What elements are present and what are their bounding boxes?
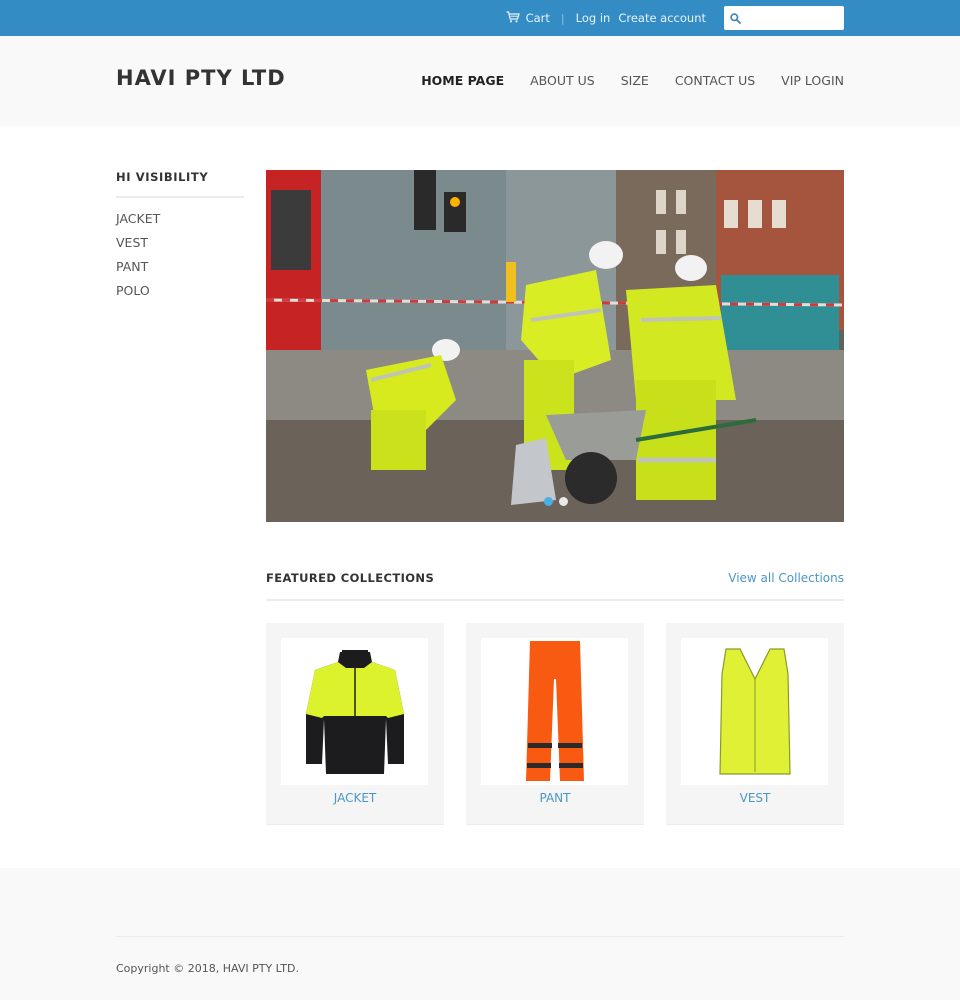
main-nav: HOME PAGE ABOUT US SIZE CONTACT US VIP L…	[421, 73, 844, 88]
sidebar-item-polo[interactable]: POLO	[116, 283, 150, 298]
login-link[interactable]: Log in	[576, 11, 611, 25]
collection-label-pant: PANT	[539, 791, 571, 805]
footer-divider	[116, 936, 844, 937]
sidebar-item-vest[interactable]: VEST	[116, 235, 148, 250]
nav-size[interactable]: SIZE	[621, 73, 649, 88]
nav-vip-login[interactable]: VIP LOGIN	[781, 73, 844, 88]
featured-collections-header: FEATURED COLLECTIONS View all Collection…	[266, 571, 844, 601]
nav-home-page[interactable]: HOME PAGE	[421, 73, 504, 88]
cart-link[interactable]: Cart	[506, 10, 550, 26]
search-icon[interactable]	[730, 9, 741, 28]
search-input[interactable]	[745, 8, 835, 28]
site-footer: Copyright © 2018, HAVI PTY LTD.	[0, 868, 960, 1000]
cart-icon	[506, 10, 520, 26]
vest-image	[681, 638, 828, 785]
sidebar-menu: JACKET VEST PANT POLO	[116, 212, 244, 308]
create-account-link[interactable]: Create account	[618, 11, 706, 25]
collection-label-vest: VEST	[739, 791, 771, 805]
top-bar: Cart | Log in Create account	[0, 0, 960, 36]
slide-dot-2[interactable]	[559, 497, 568, 506]
search-box[interactable]	[724, 6, 844, 30]
hero-slideshow[interactable]	[266, 170, 844, 522]
account-links: Cart | Log in Create account	[506, 0, 706, 36]
sidebar: HI VISIBILITY JACKET VEST PANT POLO	[116, 170, 244, 308]
sidebar-title: HI VISIBILITY	[116, 170, 244, 198]
nav-about-us[interactable]: ABOUT US	[530, 73, 595, 88]
cart-label: Cart	[525, 11, 550, 25]
copyright-text: Copyright © 2018, HAVI PTY LTD.	[116, 962, 299, 975]
main-content: HI VISIBILITY JACKET VEST PANT POLO FEAT…	[0, 126, 960, 868]
slide-dot-1[interactable]	[544, 497, 553, 506]
sidebar-item-jacket[interactable]: JACKET	[116, 211, 160, 226]
site-header: HAVI PTY LTD HOME PAGE ABOUT US SIZE CON…	[0, 36, 960, 126]
pant-image	[481, 638, 628, 785]
divider: |	[560, 11, 565, 25]
view-all-collections-link[interactable]: View all Collections	[728, 571, 844, 585]
nav-contact-us[interactable]: CONTACT US	[675, 73, 755, 88]
collection-grid: JACKET PANT VEST	[266, 623, 844, 825]
collection-card-jacket[interactable]: JACKET	[266, 623, 444, 825]
collection-card-pant[interactable]: PANT	[466, 623, 644, 825]
collection-card-vest[interactable]: VEST	[666, 623, 844, 825]
site-logo[interactable]: HAVI PTY LTD	[116, 68, 286, 89]
hero-image	[266, 170, 844, 522]
jacket-image	[281, 638, 428, 785]
collection-label-jacket: JACKET	[333, 791, 377, 805]
slide-dots	[544, 497, 568, 506]
sidebar-item-pant[interactable]: PANT	[116, 259, 148, 274]
